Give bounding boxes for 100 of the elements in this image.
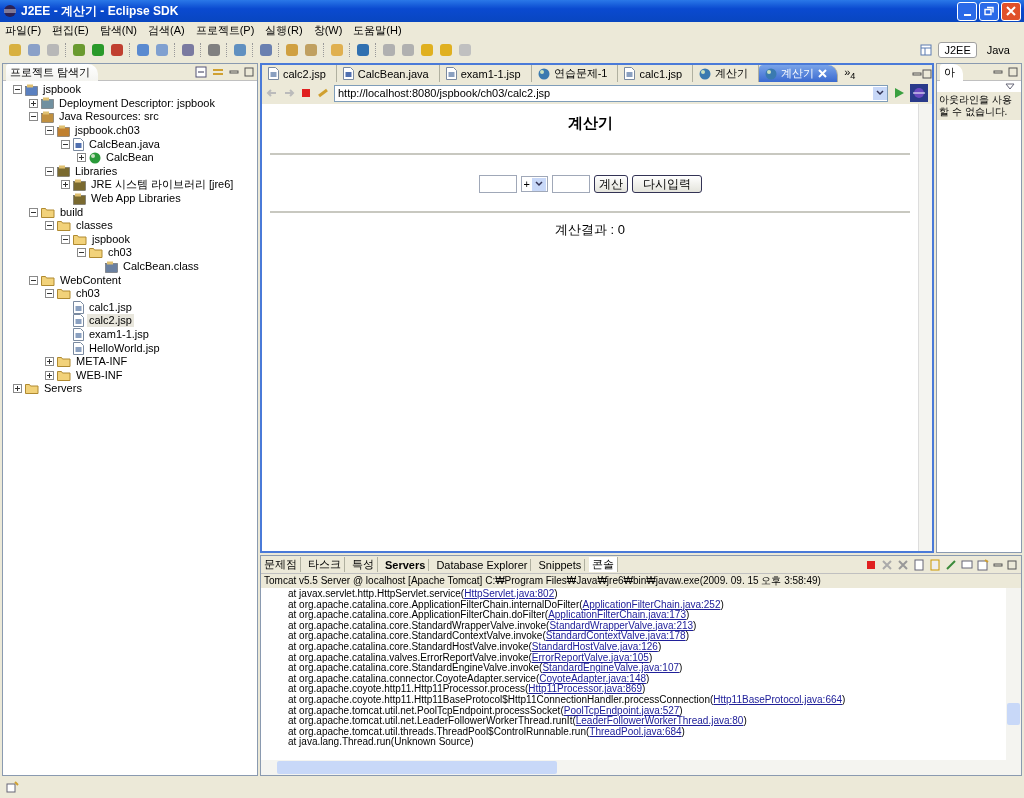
menu-item[interactable]: 탐색(N)	[99, 23, 137, 38]
view-tab[interactable]: 문제점	[261, 557, 301, 572]
collapse-icon[interactable]	[45, 221, 54, 231]
collapse-icon[interactable]	[45, 166, 54, 176]
remove-icon[interactable]	[881, 558, 893, 571]
tree-item[interactable]: Deployment Descriptor: jspbook	[57, 96, 217, 110]
view-tab[interactable]: Database Explorer	[433, 558, 532, 571]
tree-item[interactable]: CalcBean	[104, 151, 156, 165]
perspective-button[interactable]: Java	[980, 42, 1016, 58]
view-tab[interactable]: 특성	[349, 557, 378, 572]
minimize-button[interactable]	[957, 1, 977, 21]
go-icon[interactable]	[893, 87, 905, 99]
view-tab[interactable]: 아	[940, 63, 963, 81]
tree-item[interactable]: jspbook	[41, 83, 83, 97]
menu-item[interactable]: 편집(E)	[52, 23, 89, 38]
view-tab[interactable]: 프로젝트 탐색기	[6, 63, 99, 81]
menu-item[interactable]: 검색(A)	[148, 23, 185, 38]
tree-item[interactable]: ch03	[106, 246, 134, 260]
collapse-icon[interactable]	[29, 275, 38, 285]
expand-icon[interactable]	[61, 180, 70, 190]
vertical-scrollbar[interactable]	[1006, 588, 1021, 760]
expand-icon[interactable]	[77, 153, 86, 163]
menu-item[interactable]: 창(W)	[313, 23, 343, 38]
tree-item[interactable]: HelloWorld.jsp	[87, 341, 162, 355]
remove-all-icon[interactable]	[897, 558, 909, 571]
form-button[interactable]: 계산	[593, 175, 628, 193]
maximize-icon[interactable]	[244, 67, 254, 77]
vertical-scrollbar[interactable]	[918, 104, 932, 551]
view-tab[interactable]: Snippets	[535, 558, 586, 571]
menu-item[interactable]: 파일(F)	[5, 23, 42, 38]
view-tab[interactable]: 콘솔	[589, 557, 619, 572]
source-link[interactable]: ApplicationFilterChain.java:252	[582, 598, 721, 610]
tree-item[interactable]: Java Resources: src	[57, 110, 161, 124]
collapse-icon[interactable]	[45, 289, 54, 299]
tree-item[interactable]: jspbook	[90, 232, 132, 246]
form-button[interactable]: 다시입력	[631, 175, 702, 193]
expand-icon[interactable]	[29, 98, 38, 108]
horizontal-scrollbar[interactable]	[261, 760, 1021, 775]
view-tab[interactable]: 타스크	[305, 557, 345, 572]
collapse-icon[interactable]	[29, 112, 38, 122]
tree-item[interactable]: Servers	[42, 382, 84, 396]
source-link[interactable]: ErrorReportValve.java:105	[531, 651, 649, 663]
source-link[interactable]: HttpServlet.java:802	[464, 588, 555, 599]
new-console-icon[interactable]	[977, 558, 989, 571]
close-button[interactable]	[1001, 1, 1021, 21]
minimize-icon[interactable]	[993, 67, 1003, 77]
tree-item[interactable]: calc1.jsp	[87, 300, 134, 314]
collapse-icon[interactable]	[29, 207, 38, 217]
tree-item[interactable]: ch03	[74, 287, 102, 301]
tree-item[interactable]: CalcBean.class	[121, 260, 201, 273]
stop-icon[interactable]	[865, 558, 877, 571]
source-link[interactable]: StandardHostValve.java:126	[531, 640, 658, 652]
expand-icon[interactable]	[13, 384, 22, 394]
source-link[interactable]: CoyoteAdapter.java:148	[539, 672, 646, 684]
tree-item[interactable]: META-INF	[74, 355, 130, 369]
tree-item[interactable]: JRE 시스템 라이브러리 [jre6]	[89, 178, 236, 192]
tree-item[interactable]: Libraries	[73, 164, 120, 178]
collapse-icon[interactable]	[77, 248, 86, 258]
collapse-icon[interactable]	[45, 126, 54, 136]
menu-item[interactable]: 도움말(H)	[353, 23, 402, 38]
close-icon[interactable]	[818, 69, 828, 78]
menu-item[interactable]: 프로젝트(P)	[195, 23, 255, 38]
scroll-lock-icon[interactable]	[929, 558, 941, 571]
collapse-icon[interactable]	[13, 85, 22, 95]
source-link[interactable]: LeaderFollowerWorkerThread.java:80	[575, 715, 744, 727]
tree-item[interactable]: Web App Libraries	[89, 192, 183, 206]
source-link[interactable]: ThreadPool.java:684	[589, 725, 682, 737]
perspective-button[interactable]: J2EE	[938, 42, 977, 58]
source-link[interactable]: StandardContextValve.java:178	[545, 630, 686, 642]
more-tabs-button[interactable]: »$_{4}$	[838, 65, 862, 82]
view-tab[interactable]: Servers	[382, 558, 430, 571]
operator-dropdown[interactable]: +	[520, 176, 548, 192]
fast-view-icon[interactable]	[6, 781, 20, 793]
number-field[interactable]	[478, 175, 517, 193]
tree-item[interactable]: exam1-1.jsp	[87, 328, 151, 341]
expand-icon[interactable]	[45, 357, 54, 367]
collapse-all-icon[interactable]	[195, 66, 207, 78]
source-link[interactable]: PoolTcpEndpoint.java:527	[563, 704, 680, 716]
maximize-icon[interactable]	[1007, 559, 1017, 570]
restore-button[interactable]	[979, 1, 999, 21]
url-field[interactable]: http://localhost:8080/jspbook/ch03/calc2.jsp	[334, 84, 888, 102]
menu-item[interactable]: 실행(R)	[265, 23, 303, 38]
tree-item[interactable]: calc2.jsp	[87, 314, 134, 328]
view-menu-icon[interactable]	[1005, 83, 1015, 90]
number-field[interactable]	[551, 175, 590, 193]
open-perspective-icon[interactable]	[920, 43, 935, 57]
expand-icon[interactable]	[45, 370, 54, 380]
tree-item[interactable]: build	[58, 205, 86, 219]
clear-console-icon[interactable]	[913, 558, 925, 571]
display-icon[interactable]	[961, 558, 973, 571]
tree-item[interactable]: WebContent	[58, 273, 123, 287]
tree-item[interactable]: CalcBean.java	[87, 137, 162, 151]
source-link[interactable]: ApplicationFilterChain.java:173	[548, 609, 686, 621]
maximize-icon[interactable]	[1008, 67, 1018, 77]
tree-item[interactable]: WEB-INF	[74, 368, 125, 382]
tree-item[interactable]: classes	[74, 219, 115, 233]
stop-icon[interactable]	[300, 87, 312, 99]
minimize-icon[interactable]	[229, 67, 239, 77]
maximize-icon[interactable]	[922, 68, 932, 79]
collapse-icon[interactable]	[61, 234, 70, 244]
